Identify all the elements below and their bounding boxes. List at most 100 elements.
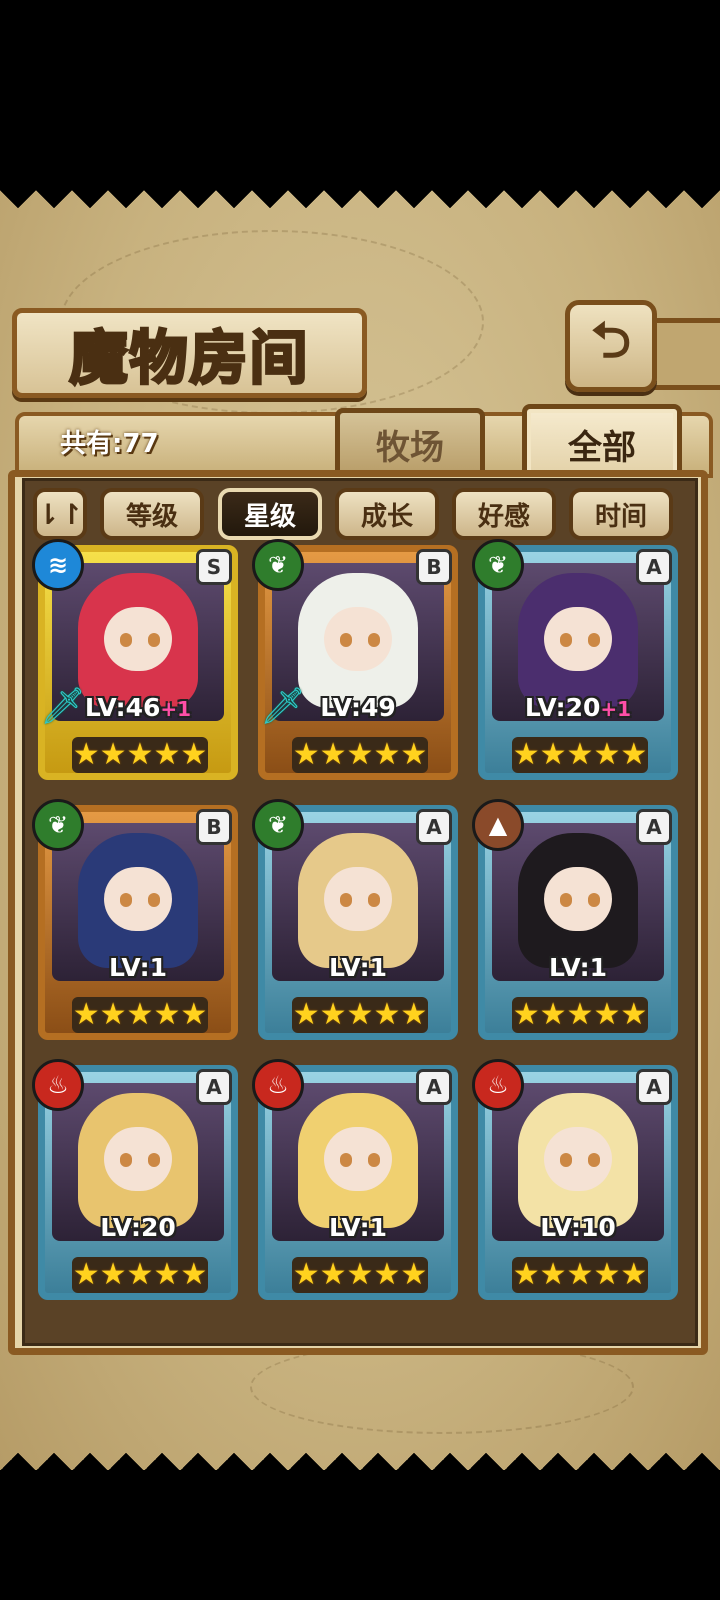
star-icon: ★ (72, 997, 100, 1032)
star-icon: ★ (126, 997, 154, 1032)
sort-growth-button[interactable]: 成长 (335, 488, 439, 540)
level-value: LV:1 (108, 953, 168, 982)
star-icon: ★ (99, 737, 127, 772)
level-label: LV:20 (38, 1213, 238, 1242)
rank-badge: A (416, 809, 452, 845)
tab-all[interactable]: 全部 (522, 404, 682, 479)
star-icon: ★ (346, 1257, 374, 1292)
torn-edge-bottom (0, 1435, 720, 1471)
star-icon: ★ (566, 997, 594, 1032)
monster-card[interactable]: ♨ A LV:10 ★ ★ ★ ★ ★ (472, 1059, 678, 1300)
star-icon: ★ (319, 1257, 347, 1292)
rank-badge: A (636, 1069, 672, 1105)
star-icon: ★ (400, 1257, 428, 1292)
star-icon: ★ (180, 737, 208, 772)
rank-badge: S (196, 549, 232, 585)
level-label: LV:1 (38, 953, 238, 982)
star-icon: ★ (512, 737, 540, 772)
star-rating: ★ ★ ★ ★ ★ (72, 737, 208, 773)
star-icon: ★ (566, 1257, 594, 1292)
star-icon: ★ (512, 997, 540, 1032)
page-title: 魔物房间 (68, 323, 310, 394)
sort-level-button[interactable]: 等级 (100, 488, 204, 540)
nature-element-icon: ❦ (252, 799, 304, 851)
nature-element-icon: ❦ (472, 539, 524, 591)
level-label: LV:10 (478, 1213, 678, 1242)
star-icon: ★ (593, 1257, 621, 1292)
monster-count: 共有:77 (60, 429, 159, 459)
star-icon: ★ (620, 737, 648, 772)
star-icon: ★ (72, 737, 100, 772)
star-icon: ★ (126, 1257, 154, 1292)
star-rating: ★ ★ ★ ★ ★ (72, 1257, 208, 1293)
level-value: LV:1 (548, 953, 608, 982)
monster-card[interactable]: ♨ A LV:1 ★ ★ ★ ★ ★ (252, 1059, 458, 1300)
star-icon: ★ (292, 997, 320, 1032)
star-icon: ★ (593, 997, 621, 1032)
monster-card[interactable]: ❦ A LV:1 ★ ★ ★ ★ ★ (252, 799, 458, 1040)
level-value: LV:46 (84, 693, 161, 722)
monster-card[interactable]: ❦ B 🗡 LV:49 ★ ★ ★ ★ ★ (252, 539, 458, 780)
star-rating: ★ ★ ★ ★ ★ (292, 997, 428, 1033)
star-rating: ★ ★ ★ ★ ★ (72, 997, 208, 1033)
star-icon: ★ (319, 997, 347, 1032)
earth-element-icon: ▲ (472, 799, 524, 851)
star-rating: ★ ★ ★ ★ ★ (512, 737, 648, 773)
star-icon: ★ (373, 997, 401, 1032)
star-icon: ★ (153, 1257, 181, 1292)
star-icon: ★ (126, 737, 154, 772)
star-icon: ★ (400, 997, 428, 1032)
rank-badge: B (416, 549, 452, 585)
star-icon: ★ (180, 1257, 208, 1292)
star-rating: ★ ★ ★ ★ ★ (512, 997, 648, 1033)
fire-element-icon: ♨ (252, 1059, 304, 1111)
star-icon: ★ (180, 997, 208, 1032)
torn-edge-top (0, 190, 720, 226)
sort-time-button[interactable]: 时间 (569, 488, 673, 540)
rank-badge: A (636, 809, 672, 845)
level-label: LV:49 (258, 693, 458, 722)
star-icon: ★ (539, 997, 567, 1032)
fire-element-icon: ♨ (472, 1059, 524, 1111)
level-label: LV:1 (258, 1213, 458, 1242)
rank-badge: B (196, 809, 232, 845)
monster-card[interactable]: ≋ S 🗡 LV:46+1 ★ ★ ★ ★ ★ (32, 539, 238, 780)
star-icon: ★ (292, 737, 320, 772)
star-icon: ★ (566, 737, 594, 772)
star-rating: ★ ★ ★ ★ ★ (292, 737, 428, 773)
monster-card[interactable]: ▲ A LV:1 ★ ★ ★ ★ ★ (472, 799, 678, 1040)
star-icon: ★ (153, 997, 181, 1032)
star-icon: ★ (373, 737, 401, 772)
star-rating: ★ ★ ★ ★ ★ (292, 1257, 428, 1293)
monster-card[interactable]: ❦ A LV:20+1 ★ ★ ★ ★ ★ (472, 539, 678, 780)
monster-card[interactable]: ♨ A LV:20 ★ ★ ★ ★ ★ (32, 1059, 238, 1300)
star-icon: ★ (153, 737, 181, 772)
level-label: LV:1 (478, 953, 678, 982)
level-value: LV:1 (328, 1213, 388, 1242)
nature-element-icon: ❦ (252, 539, 304, 591)
rank-badge: A (416, 1069, 452, 1105)
star-icon: ★ (512, 1257, 540, 1292)
tab-ranch[interactable]: 牧场 (335, 408, 485, 475)
level-value: LV:1 (328, 953, 388, 982)
title-banner: 魔物房间 (12, 308, 367, 398)
level-value: LV:20 (100, 1213, 176, 1242)
level-label: LV:1 (258, 953, 458, 982)
monster-card[interactable]: ❦ B LV:1 ★ ★ ★ ★ ★ (32, 799, 238, 1040)
star-icon: ★ (400, 737, 428, 772)
sort-star-button[interactable]: 星级 (218, 488, 322, 540)
star-icon: ★ (319, 737, 347, 772)
nature-element-icon: ❦ (32, 799, 84, 851)
fire-element-icon: ♨ (32, 1059, 84, 1111)
back-button[interactable]: ⮌ (565, 300, 657, 392)
rank-badge: A (636, 549, 672, 585)
star-icon: ★ (620, 1257, 648, 1292)
star-icon: ★ (346, 737, 374, 772)
sort-affection-button[interactable]: 好感 (452, 488, 556, 540)
star-icon: ★ (99, 1257, 127, 1292)
return-arrow-icon: ⮌ (590, 310, 632, 369)
level-label: LV:46+1 (38, 693, 238, 722)
star-icon: ★ (72, 1257, 100, 1292)
star-icon: ★ (593, 737, 621, 772)
sort-order-button[interactable]: ⇂↾ (33, 488, 87, 540)
